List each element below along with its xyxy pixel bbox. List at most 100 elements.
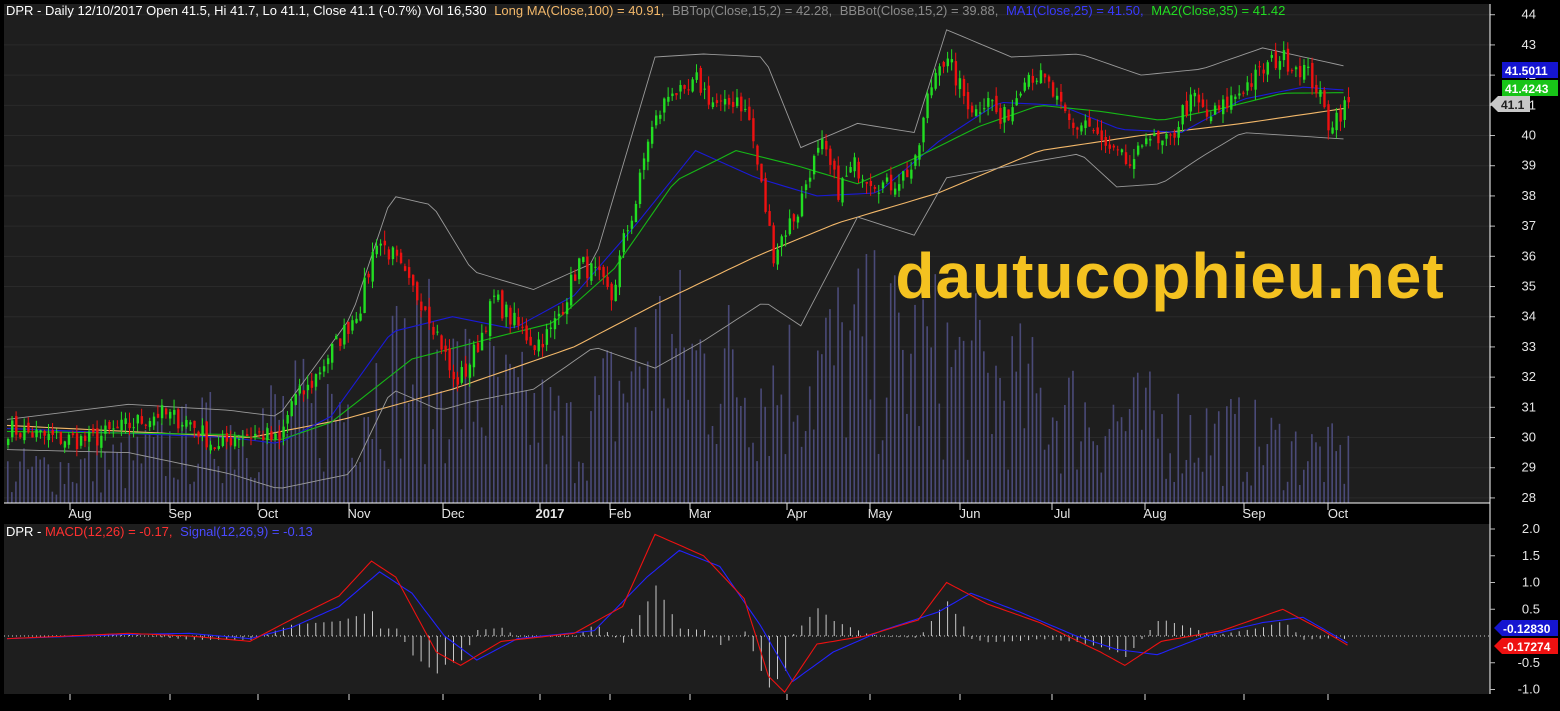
header-ma1: MA1(Close,25) = 41.50,	[1006, 3, 1144, 18]
candle-down	[1047, 76, 1051, 82]
volume-bar	[829, 309, 831, 503]
candle-up	[614, 284, 617, 302]
candle-up	[136, 414, 139, 424]
volume-bar	[15, 481, 17, 503]
candle-up	[946, 58, 949, 67]
candle-up	[294, 394, 297, 405]
candle-up	[120, 419, 123, 431]
volume-bar	[1116, 421, 1119, 503]
volume-bar	[723, 348, 726, 503]
price-tick-label: 28	[1522, 490, 1536, 505]
candle-down	[517, 317, 520, 326]
candle-down	[752, 118, 755, 142]
candle-down	[448, 348, 451, 371]
volume-bar	[205, 402, 208, 503]
candle-up	[667, 96, 670, 102]
volume-bar	[440, 390, 442, 503]
header-bbbot: BBBot(Close,15,2) = 39.88,	[840, 3, 999, 18]
candle-down	[1068, 113, 1071, 121]
candle-down	[347, 321, 350, 334]
volume-bar	[1064, 405, 1066, 503]
candle-up	[11, 420, 14, 438]
volume-bar	[926, 326, 928, 503]
candle-up	[436, 331, 439, 333]
volume-bar	[513, 367, 515, 503]
candle-down	[75, 433, 79, 450]
candle-up	[1132, 159, 1136, 169]
volume-bar	[650, 410, 653, 503]
candle-up	[274, 433, 277, 440]
volume-bar	[853, 304, 856, 503]
volume-bar	[108, 469, 110, 503]
volume-bar	[270, 385, 272, 503]
volume-bar	[169, 431, 171, 503]
candle-up	[209, 444, 212, 451]
candle-up	[351, 320, 354, 331]
candle-down	[270, 431, 273, 440]
volume-bar	[35, 456, 37, 503]
volume-bar	[19, 461, 21, 503]
volume-bar	[1335, 451, 1337, 503]
volume-bar	[347, 404, 349, 503]
candle-down	[96, 428, 99, 446]
volume-bar	[727, 305, 730, 503]
volume-bar	[189, 484, 191, 503]
volume-bar	[760, 388, 762, 503]
volume-bar	[930, 347, 932, 503]
candle-up	[845, 175, 848, 177]
volume-bar	[1286, 481, 1289, 503]
candle-up	[902, 171, 905, 181]
volume-bar	[250, 477, 252, 503]
volume-bar	[484, 435, 487, 503]
volume-bar	[1266, 444, 1269, 503]
price-tick-label: 33	[1522, 339, 1536, 354]
volume-bar	[298, 384, 301, 503]
candle-down	[768, 211, 771, 226]
watermark: dautucophieu.net	[895, 240, 1444, 312]
candle-down	[857, 161, 860, 179]
volume-bar	[748, 447, 750, 503]
candle-down	[1092, 130, 1095, 132]
volume-bar	[837, 287, 839, 503]
volume-bar	[1315, 442, 1317, 503]
volume-bar	[841, 322, 843, 503]
candle-up	[565, 302, 569, 315]
candle-up	[893, 188, 897, 195]
candle-down	[707, 85, 711, 105]
volume-bar	[906, 413, 908, 503]
volume-bar	[857, 268, 860, 503]
volume-bar	[792, 421, 795, 503]
candle-up	[861, 179, 864, 181]
candle-down	[1339, 109, 1342, 122]
volume-bar	[379, 449, 382, 503]
candle-up	[472, 344, 476, 368]
header-title: DPR - Daily 12/10/2017 Open 41.5, Hi 41.…	[6, 3, 487, 18]
candle-down	[205, 421, 208, 448]
candle-down	[999, 107, 1002, 124]
candle-up	[1161, 140, 1164, 146]
candle-down	[144, 424, 148, 426]
candle-down	[395, 249, 399, 256]
candle-down	[525, 325, 528, 341]
month-label: Aug	[68, 506, 91, 521]
month-label: May	[868, 506, 893, 521]
volume-bar	[448, 439, 451, 503]
candle-up	[1193, 92, 1197, 97]
candle-down	[865, 181, 868, 184]
candle-up	[1039, 70, 1043, 84]
volume-bar	[1193, 462, 1196, 503]
candle-up	[160, 405, 164, 419]
candle-up	[201, 425, 204, 436]
volume-bar	[683, 347, 685, 503]
candle-up	[659, 114, 662, 119]
candle-up	[1055, 95, 1059, 100]
volume-bar	[1226, 406, 1228, 503]
volume-bar	[322, 471, 325, 503]
candle-up	[55, 431, 58, 433]
volume-bar	[1311, 434, 1313, 503]
volume-bar	[1128, 409, 1131, 503]
volume-bar	[39, 459, 41, 503]
candle-up	[849, 167, 852, 173]
stock-chart: 2829303132333435363738394041424344 AugSe…	[0, 0, 1560, 711]
volume-bar	[1290, 441, 1293, 503]
